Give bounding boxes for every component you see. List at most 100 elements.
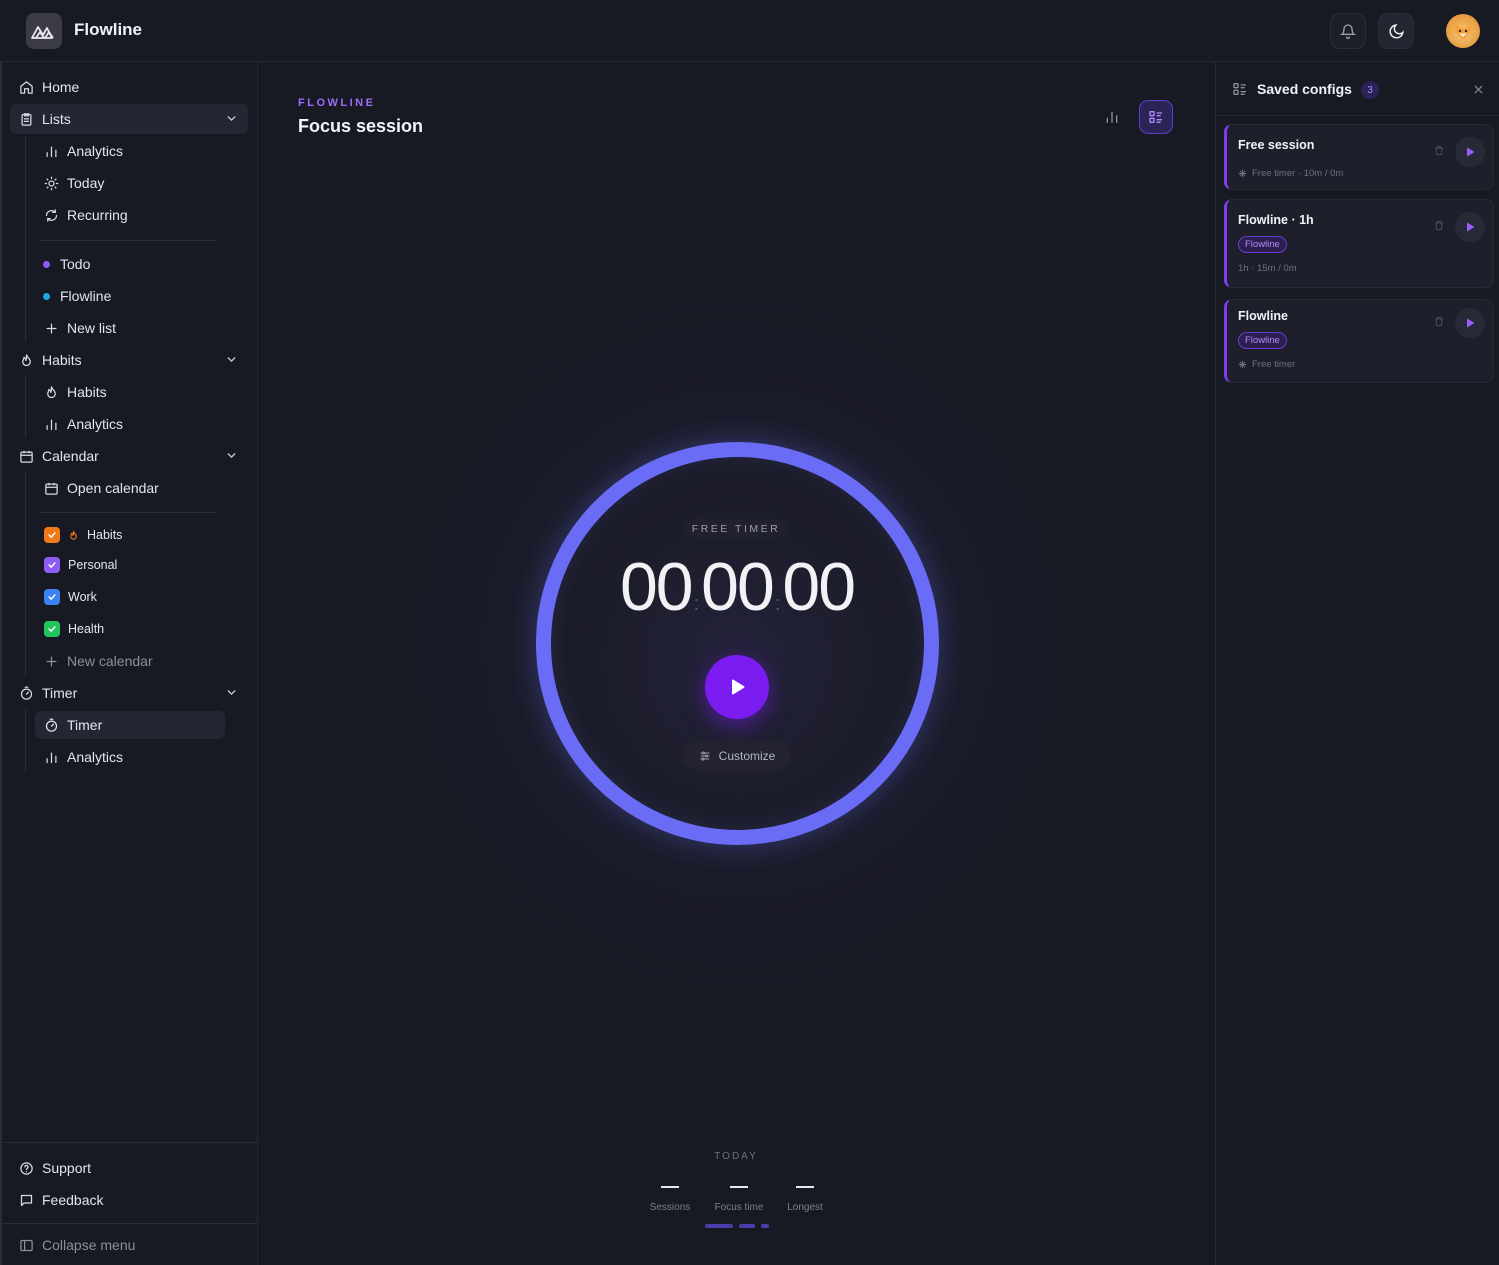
- trash-icon: [1435, 146, 1443, 155]
- config-list-tag: Flowline: [1238, 332, 1287, 349]
- sidebar-item-todo[interactable]: Todo: [43, 249, 233, 279]
- calendar-toggle-health[interactable]: Health: [44, 614, 224, 644]
- sidebar-item-habits-list[interactable]: Habits: [43, 377, 233, 407]
- checkbox-checked-icon[interactable]: [44, 527, 60, 543]
- sidebar-item-timer[interactable]: Timer: [18, 678, 248, 708]
- checkbox-checked-icon[interactable]: [44, 557, 60, 573]
- calendar-name: Work: [68, 590, 97, 604]
- sidebar-item-label: Todo: [60, 256, 91, 272]
- run-config-button[interactable]: [1455, 212, 1485, 242]
- chevron-down-icon[interactable]: [225, 353, 238, 366]
- support-button[interactable]: Support: [18, 1153, 248, 1183]
- habits-tree-line: [25, 376, 26, 438]
- sidebar-item-today[interactable]: Today: [43, 168, 233, 198]
- notifications-button[interactable]: [1330, 13, 1366, 49]
- play-icon: [1467, 147, 1475, 157]
- delete-config-button[interactable]: [1433, 219, 1445, 232]
- config-meta-text: Free timer: [1252, 359, 1296, 370]
- delete-config-button[interactable]: [1433, 144, 1445, 157]
- lists-tree-line: [25, 136, 26, 342]
- play-icon: [1467, 222, 1475, 232]
- sidebar-item-lists[interactable]: Lists: [10, 104, 248, 134]
- app-logo-icon[interactable]: [26, 13, 62, 49]
- timer-hours: 00: [619, 549, 694, 625]
- stats-button[interactable]: [1095, 100, 1129, 134]
- sidebar-item-label: Collapse menu: [42, 1237, 136, 1253]
- calendar-name: Personal: [68, 558, 118, 572]
- sidebar-item-habits[interactable]: Habits: [18, 345, 248, 375]
- sidebar-item-label: Lists: [42, 111, 71, 127]
- close-panel-button[interactable]: [1472, 83, 1485, 96]
- start-timer-button[interactable]: [705, 655, 769, 719]
- calendar-toggle-habits[interactable]: Habits: [44, 520, 224, 550]
- timer-tree-line: [25, 709, 26, 773]
- run-config-button[interactable]: [1455, 137, 1485, 167]
- sidebar-item-flowline[interactable]: Flowline: [43, 281, 233, 311]
- close-icon: [1474, 85, 1483, 94]
- avatar[interactable]: [1446, 14, 1480, 48]
- sidebar-item-timer-analytics[interactable]: Analytics: [43, 742, 233, 772]
- saved-configs-toggle-button[interactable]: [1139, 100, 1173, 134]
- list-layout-icon: [1232, 81, 1248, 97]
- feedback-button[interactable]: Feedback: [18, 1185, 248, 1215]
- play-icon: [732, 679, 745, 695]
- saved-config-card[interactable]: Free session Free timer · 10m / 0m: [1224, 124, 1494, 190]
- collapse-menu-button[interactable]: Collapse menu: [18, 1230, 248, 1260]
- message-icon: [18, 1192, 34, 1208]
- theme-toggle-button[interactable]: [1378, 13, 1414, 49]
- checkbox-checked-icon[interactable]: [44, 621, 60, 637]
- sidebar-item-home[interactable]: Home: [18, 72, 248, 102]
- sidebar-item-timer-page[interactable]: Timer: [35, 711, 225, 739]
- chevron-down-icon[interactable]: [225, 449, 238, 462]
- sidebar-item-label: Calendar: [42, 448, 99, 464]
- timer-mode-label: FREE TIMER: [684, 519, 788, 538]
- list-color-dot: [43, 292, 50, 300]
- flame-icon: [68, 530, 79, 541]
- saved-config-card[interactable]: Flowline Flowline Free timer: [1224, 299, 1494, 383]
- run-config-button[interactable]: [1455, 308, 1485, 338]
- sidebar-item-habits-analytics[interactable]: Analytics: [43, 409, 233, 439]
- sidebar-item-label: Timer: [42, 685, 78, 701]
- calendar-toggle-personal[interactable]: Personal: [44, 550, 224, 580]
- divider: [2, 1142, 257, 1143]
- help-circle-icon: [18, 1160, 34, 1176]
- pager-dot[interactable]: [761, 1224, 769, 1228]
- divider: [2, 1223, 257, 1224]
- calendar-toggle-work[interactable]: Work: [44, 582, 224, 612]
- pager-dot[interactable]: [739, 1224, 755, 1228]
- saved-config-card[interactable]: Flowline · 1h Flowline 1h · 15m / 0m: [1224, 199, 1494, 288]
- page-title: Focus session: [298, 116, 424, 136]
- sidebar-item-calendar[interactable]: Calendar: [18, 441, 248, 471]
- new-list-button[interactable]: New list: [43, 313, 233, 343]
- sidebar-item-recurring[interactable]: Recurring: [43, 200, 233, 230]
- sidebar-item-label: Habits: [67, 384, 107, 400]
- clipboard-icon: [18, 111, 34, 127]
- trash-icon: [1435, 317, 1443, 326]
- config-title: Flowline · 1h: [1238, 213, 1314, 227]
- config-title: Free session: [1238, 138, 1315, 152]
- sidebar-item-label: Flowline: [60, 288, 112, 304]
- stat-sessions: Sessions: [630, 1178, 710, 1213]
- trash-icon: [1435, 221, 1443, 230]
- chevron-down-icon[interactable]: [225, 686, 238, 699]
- bar-chart-icon: [43, 749, 59, 765]
- saved-configs-count: 3: [1361, 81, 1379, 99]
- list-layout-icon: [1149, 111, 1162, 123]
- new-calendar-button[interactable]: New calendar: [43, 646, 233, 676]
- stat-label: Sessions: [649, 1202, 691, 1213]
- app-name: Flowline: [74, 20, 142, 39]
- customize-button[interactable]: Customize: [683, 741, 791, 770]
- pager-dot-active[interactable]: [705, 1224, 733, 1228]
- bell-icon: [1340, 24, 1356, 39]
- checkbox-checked-icon[interactable]: [44, 589, 60, 605]
- sidebar-item-label: Analytics: [67, 749, 124, 765]
- delete-config-button[interactable]: [1433, 315, 1445, 328]
- sidebar-item-lists-analytics[interactable]: Analytics: [43, 136, 233, 166]
- sidebar-item-label: Home: [42, 79, 80, 95]
- sidebar-item-label: New list: [67, 320, 117, 336]
- chevron-down-icon[interactable]: [225, 112, 238, 125]
- sidebar-item-label: Today: [67, 175, 105, 191]
- calendar-name: Health: [68, 622, 105, 636]
- sidebar-item-open-calendar[interactable]: Open calendar: [43, 473, 233, 503]
- stopwatch-icon: [43, 717, 59, 733]
